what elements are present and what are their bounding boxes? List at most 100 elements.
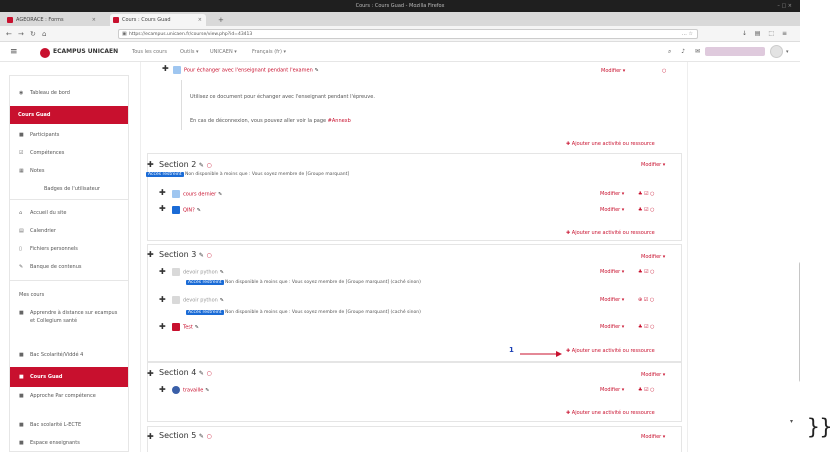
menu-unicaen[interactable]: UNICAEN ▾: [210, 47, 237, 57]
sidebar-item-dashboard[interactable]: ◉ Tableau de bord: [10, 84, 128, 102]
edit-pencil-icon[interactable]: ✎: [220, 270, 224, 276]
edit-pencil-icon[interactable]: ✎: [195, 325, 199, 331]
activity-link[interactable]: Test: [183, 325, 193, 331]
activity-action-icons[interactable]: ♣ ☑ ○: [638, 191, 655, 197]
move-handle-icon[interactable]: ✚: [159, 204, 166, 213]
sidebar-item-competencies[interactable]: ☑ Compétences: [10, 144, 128, 162]
move-handle-icon[interactable]: ✚: [162, 64, 169, 73]
sidebar-item-course-distance[interactable]: ■ Apprendre à distance sur ecampus et Co…: [10, 306, 120, 338]
edit-pencil-icon[interactable]: ✎: [220, 298, 224, 304]
section-title-text[interactable]: Section 5: [159, 431, 196, 440]
modify-menu[interactable]: Modifier ▾: [600, 324, 624, 330]
edit-pencil-icon[interactable]: ✎: [205, 388, 209, 394]
activity-item[interactable]: cours dernier ✎: [172, 190, 222, 198]
move-handle-icon[interactable]: ✚: [147, 250, 154, 259]
sidebar-item-site-home[interactable]: ⌂ Accueil du site: [10, 204, 128, 222]
activity-action-icons[interactable]: ⊕ ☑ ○: [638, 297, 654, 303]
modify-menu[interactable]: Modifier ▾: [641, 434, 665, 440]
edit-pencil-icon[interactable]: ✎: [197, 208, 201, 214]
site-brand[interactable]: ECAMPUS UNICAEN: [53, 47, 118, 57]
move-handle-icon[interactable]: ✚: [147, 432, 154, 441]
forward-icon[interactable]: →: [18, 28, 24, 40]
sidebar-item-course-guad[interactable]: ■ Cours Guad: [10, 367, 128, 387]
section-title-text[interactable]: Section 4: [159, 368, 196, 377]
sidebar-item-participants[interactable]: ■ Participants: [10, 126, 128, 144]
sidebar-item-course-home[interactable]: Cours Guad: [10, 106, 128, 124]
unicaen-logo[interactable]: [40, 48, 50, 58]
activity-item[interactable]: QIN? ✎: [172, 206, 201, 214]
activity-link[interactable]: cours dernier: [183, 192, 216, 198]
activity-link[interactable]: devoir python: [183, 298, 218, 304]
sidebar-item-calendar[interactable]: ▤ Calendrier: [10, 222, 128, 240]
activity-action-icons[interactable]: ♣ ☑ ○: [638, 387, 655, 393]
modify-menu[interactable]: Modifier ▾: [601, 68, 625, 74]
hamburger-menu-icon[interactable]: ≡: [10, 46, 18, 58]
sidebar-item-content-bank[interactable]: ✎ Banque de contenus: [10, 258, 128, 276]
edit-pencil-icon[interactable]: ✎: [199, 252, 204, 259]
section-title[interactable]: Section 2 ✎ ○: [159, 160, 212, 169]
add-activity-button[interactable]: ✚ Ajouter une activité ou ressource: [566, 410, 655, 416]
modify-menu[interactable]: Modifier ▾: [641, 254, 665, 260]
avatar[interactable]: [770, 45, 783, 58]
url-actions-icon[interactable]: … ☆: [682, 30, 693, 39]
activity-action-icons[interactable]: ♣ ☑ ○: [638, 207, 655, 213]
modify-menu[interactable]: Modifier ▾: [641, 372, 665, 378]
tab-ageorace[interactable]: AGEORACE : Forms ×: [4, 14, 100, 26]
modify-menu[interactable]: Modifier ▾: [600, 269, 624, 275]
activity-item[interactable]: Test ✎: [172, 323, 199, 331]
section-title-text[interactable]: Section 2: [159, 160, 196, 169]
modify-menu[interactable]: Modifier ▾: [600, 207, 624, 213]
edit-pencil-icon[interactable]: ✎: [218, 192, 222, 198]
window-controls[interactable]: – □ ×: [777, 0, 792, 12]
edit-pencil-icon[interactable]: ✎: [199, 370, 204, 377]
visibility-icon[interactable]: ○: [206, 370, 211, 377]
menu-all-courses[interactable]: Tous les cours: [132, 47, 167, 57]
visibility-icon[interactable]: ○: [662, 68, 666, 74]
visibility-icon[interactable]: ○: [206, 162, 211, 169]
sidebar-item-course-bac-vidd[interactable]: ■ Bac Scolarité/Viddé 4: [10, 346, 128, 364]
activity-action-icons[interactable]: ♣ ☑ ○: [638, 269, 655, 275]
move-handle-icon[interactable]: ✚: [159, 322, 166, 331]
new-tab-button[interactable]: +: [218, 14, 224, 26]
activity-item[interactable]: travaille ✎: [172, 386, 209, 394]
move-handle-icon[interactable]: ✚: [147, 369, 154, 378]
tab-cours-guad[interactable]: Cours : Cours Guad ×: [110, 14, 206, 26]
edit-pencil-icon[interactable]: ✎: [199, 162, 204, 169]
visibility-icon[interactable]: ○: [206, 433, 211, 440]
move-handle-icon[interactable]: ✚: [159, 295, 166, 304]
edit-pencil-icon[interactable]: ✎: [199, 433, 204, 440]
activity-item[interactable]: devoir python ✎: [172, 268, 224, 276]
modify-menu[interactable]: Modifier ▾: [600, 387, 624, 393]
activity-link[interactable]: travaille: [183, 388, 203, 394]
add-activity-button[interactable]: ✚ Ajouter une activité ou ressource: [566, 141, 655, 147]
back-icon[interactable]: ←: [6, 28, 12, 40]
edit-pencil-icon[interactable]: ✎: [315, 68, 319, 74]
activity-action-icons[interactable]: ♣ ☑ ○: [638, 324, 655, 330]
section-title[interactable]: Section 5 ✎ ○: [159, 431, 212, 440]
home-icon[interactable]: ⌂: [42, 28, 46, 40]
sidebar-item-teachers-space[interactable]: ■ Espace enseignants: [10, 434, 128, 452]
tab-close-icon[interactable]: ×: [198, 14, 202, 26]
move-handle-icon[interactable]: ✚: [159, 385, 166, 394]
move-handle-icon[interactable]: ✚: [159, 267, 166, 276]
section-title[interactable]: Section 3 ✎ ○: [159, 250, 212, 259]
sidebar-item-private-files[interactable]: ▯ Fichiers personnels: [10, 240, 128, 258]
visibility-icon[interactable]: ○: [206, 252, 211, 259]
add-activity-button[interactable]: ✚ Ajouter une activité ou ressource: [566, 230, 655, 236]
menu-tools[interactable]: Outils ▾: [180, 47, 199, 57]
reload-icon[interactable]: ↻: [30, 28, 36, 40]
header-icons[interactable]: ⌕ ♪ ✉: [668, 47, 704, 57]
tab-close-icon[interactable]: ×: [92, 14, 96, 26]
section-title[interactable]: Section 4 ✎ ○: [159, 368, 212, 377]
activity-link[interactable]: Pour échanger avec l'enseignant pendant …: [184, 68, 313, 74]
move-handle-icon[interactable]: ✚: [159, 188, 166, 197]
activity-link[interactable]: devoir python: [183, 270, 218, 276]
modify-menu[interactable]: Modifier ▾: [600, 297, 624, 303]
activity-link[interactable]: QIN?: [183, 208, 195, 214]
add-activity-button[interactable]: ✚ Ajouter une activité ou ressource: [566, 348, 655, 354]
sidebar-item-course-bac-ecte[interactable]: ■ Bac scolarité L-ECTE: [10, 416, 128, 434]
section-title-text[interactable]: Section 3: [159, 250, 196, 259]
activity-item[interactable]: devoir python ✎: [172, 296, 224, 304]
page-scrollbar[interactable]: [799, 262, 800, 382]
scroll-down-icon[interactable]: ▾: [790, 418, 793, 425]
